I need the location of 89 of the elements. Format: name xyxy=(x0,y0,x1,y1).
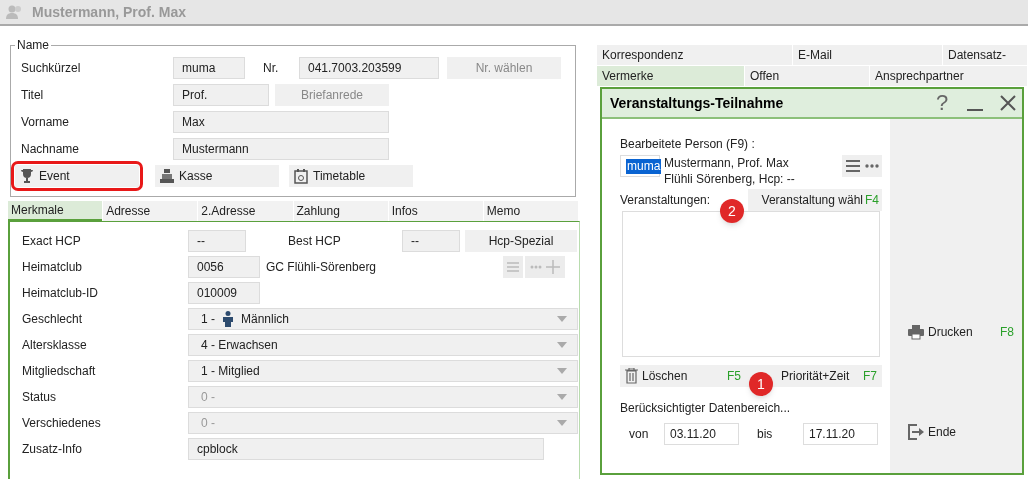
tab[interactable]: Ansprechpartner xyxy=(870,66,1028,86)
tab[interactable]: Memo xyxy=(482,201,579,221)
list-icon xyxy=(507,262,519,272)
dropdown-caret-icon xyxy=(557,394,567,400)
dialog-action-button[interactable]: Priorität+Zeit F7 xyxy=(776,365,882,387)
group-legend: Name xyxy=(15,36,51,54)
select-value: Männlich xyxy=(241,311,290,328)
select-code: 1 - xyxy=(201,311,215,328)
tab[interactable]: Datensatz- xyxy=(943,45,1028,65)
field-label: von xyxy=(629,426,650,443)
toolbar-button[interactable]: Event xyxy=(15,165,139,187)
date-field[interactable]: 03.11.20 xyxy=(664,423,739,445)
person-name: Mustermann, Prof. Max xyxy=(664,155,790,171)
dropdown-caret-icon xyxy=(557,316,567,322)
field-label: Vorname xyxy=(21,113,71,131)
hcp-spezial-button[interactable]: Hcp-Spezial xyxy=(465,230,577,252)
text-field[interactable]: Max xyxy=(173,110,389,133)
dropdown-caret-icon xyxy=(557,420,567,426)
field-label: Titel xyxy=(21,86,45,104)
dropdown[interactable]: 1 - Männlich xyxy=(188,308,578,330)
select-value: 0 - xyxy=(201,389,215,406)
select-value: 4 - Erwachsen xyxy=(201,337,278,354)
trash-icon xyxy=(625,368,638,384)
printer-icon xyxy=(908,324,924,340)
field-label: Heimatclub-ID xyxy=(22,286,100,300)
events-label: Veranstaltungen: xyxy=(620,192,711,209)
toolbar-button[interactable]: Timetable xyxy=(289,165,413,187)
text-field[interactable]: 041.7003.203599 xyxy=(299,56,439,79)
text-field[interactable]: Mustermann xyxy=(173,137,389,160)
dialog-action-button[interactable]: Löschen F5 xyxy=(620,365,746,387)
dropdown-caret-icon xyxy=(557,342,567,348)
field-label: Nachname xyxy=(21,140,81,158)
person-actions-button[interactable] xyxy=(842,155,882,177)
field-label: Zusatz-Info xyxy=(22,442,84,456)
tab[interactable]: Merkmale xyxy=(8,201,103,221)
people-icon xyxy=(6,5,24,19)
dropdown[interactable]: 4 - Erwachsen xyxy=(188,334,578,356)
select-value: 0 - xyxy=(201,415,215,432)
menu-icon[interactable] xyxy=(845,160,860,172)
tab[interactable]: Korrespondenz xyxy=(597,45,793,65)
field-label: Heimatclub xyxy=(22,260,84,274)
dropdown-caret-icon xyxy=(557,368,567,374)
field-label: Altersklasse xyxy=(22,338,88,352)
range-label: Berücksichtigter Datenbereich... xyxy=(620,400,792,417)
tab[interactable]: Offen xyxy=(745,66,870,86)
field-label: Verschiedenes xyxy=(22,416,102,430)
window-title: Mustermann, Prof. Max xyxy=(32,2,187,22)
field-label: Nr. xyxy=(263,59,280,77)
field-label: Suchkürzel xyxy=(21,59,82,77)
text-field[interactable]: cpblock xyxy=(188,438,544,460)
text-field[interactable]: Prof. xyxy=(173,83,269,106)
tab[interactable]: E-Mail xyxy=(793,45,943,65)
calendar-icon xyxy=(293,168,309,184)
text-field[interactable]: -- xyxy=(402,230,460,252)
tab[interactable]: 2.Adresse xyxy=(197,201,293,221)
person-detail: Flühli Sörenberg, Hcp: -- xyxy=(664,171,795,187)
choose-event-button[interactable]: Veranstaltung wähl F4 xyxy=(748,189,882,211)
more-icon xyxy=(530,265,542,269)
more-icon[interactable] xyxy=(864,164,879,168)
tab[interactable]: Zahlung xyxy=(292,201,388,221)
side-button[interactable]: Drucken F8 xyxy=(908,322,1014,342)
toolbar-button[interactable]: Kasse xyxy=(155,165,279,187)
text-field[interactable]: muma xyxy=(173,56,245,79)
side-button[interactable]: Ende xyxy=(908,422,1014,442)
close-icon[interactable] xyxy=(1000,95,1016,111)
exit-icon xyxy=(908,424,924,440)
cash-register-icon xyxy=(159,168,175,184)
person-label: Bearbeitete Person (F9) : xyxy=(620,136,756,151)
person-code-field[interactable]: muma xyxy=(620,155,660,177)
field-label: Mitgliedschaft xyxy=(22,364,97,378)
field-label: Exact HCP xyxy=(22,234,82,248)
date-field[interactable]: 17.11.20 xyxy=(803,423,878,445)
field-label: Best HCP xyxy=(288,233,342,250)
tab[interactable]: Adresse xyxy=(102,201,198,221)
field-label: Status xyxy=(22,390,58,404)
field-label: Geschlecht xyxy=(22,312,84,326)
field-label: bis xyxy=(757,426,774,443)
plus-icon xyxy=(546,260,560,274)
help-button[interactable]: ? xyxy=(930,92,954,114)
dropdown[interactable]: 1 - Mitglied xyxy=(188,360,578,382)
select-value: 1 - Mitglied xyxy=(201,363,260,380)
text-field[interactable]: 0056 xyxy=(188,256,260,278)
trophy-icon xyxy=(19,168,35,184)
text-field[interactable]: -- xyxy=(188,230,246,252)
text-field[interactable]: 010009 xyxy=(188,282,260,304)
dialog-title: Veranstaltungs-Teilnahme xyxy=(610,93,784,113)
tab[interactable]: Infos xyxy=(387,201,483,221)
tab[interactable]: Vermerke xyxy=(597,66,745,86)
club-name: GC Flühli-Sörenberg xyxy=(266,259,378,276)
